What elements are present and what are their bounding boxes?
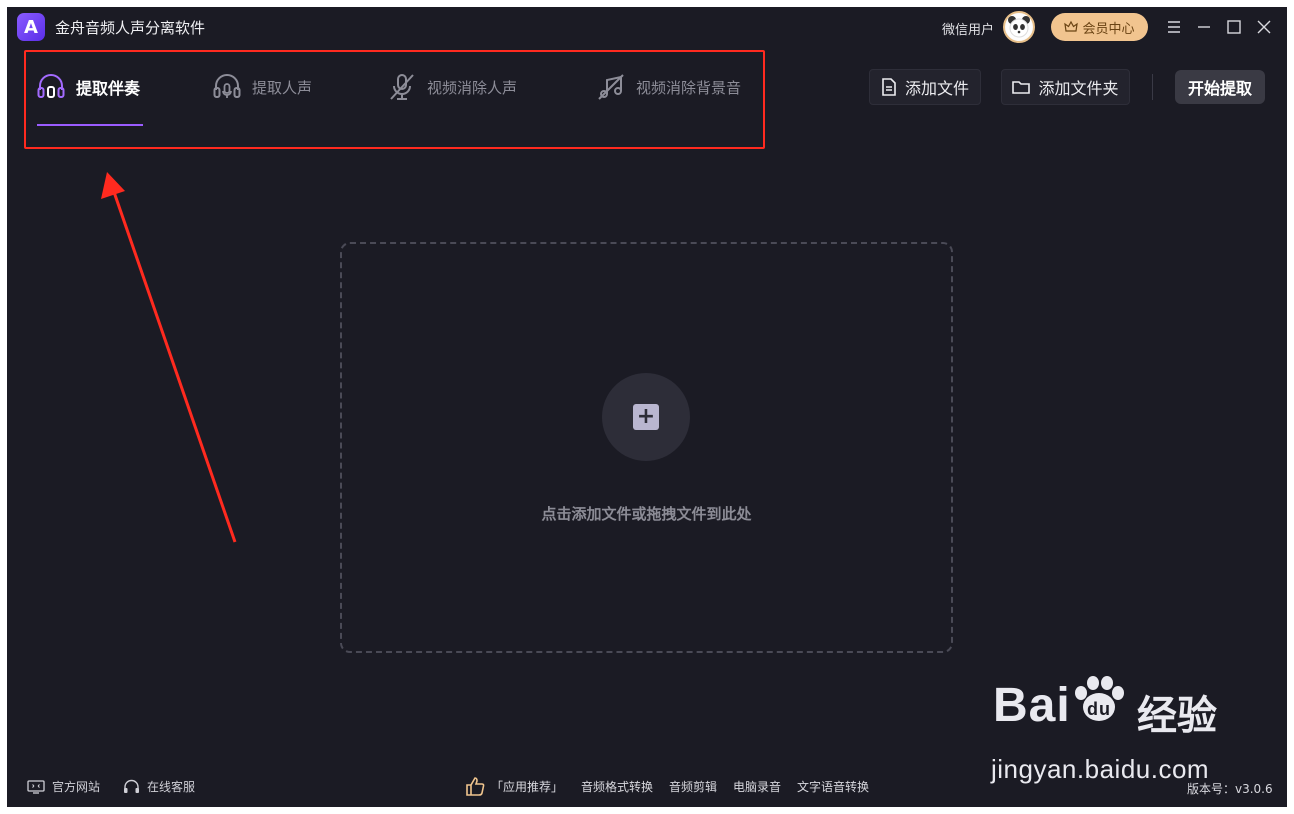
start-extract-button[interactable]: 开始提取 [1175,70,1265,104]
headphones-mic-icon [213,74,241,98]
user-name[interactable]: 微信用户 [942,19,994,38]
folder-icon [1012,81,1031,94]
headset-icon [124,779,139,793]
app-logo: A [17,13,45,41]
tab-video-remove-background[interactable]: 视频消除背景音 [596,69,741,105]
app-window: A 金舟音频人声分离软件 微信用户 会员中心 提取伴奏 提取人声 视频消除人声 … [7,7,1287,807]
recommend-label: 「应用推荐」 [491,780,564,794]
mic-off-icon [390,74,414,100]
official-site-link[interactable]: 官方网站 [27,778,100,795]
active-tab-underline [37,124,143,126]
minimize-icon[interactable] [1192,15,1216,39]
app-title: 金舟音频人声分离软件 [55,19,206,37]
version-label: 版本号：v3.0.6 [1187,782,1273,796]
crown-icon [1064,20,1079,32]
tab-label: 视频消除人声 [427,78,518,97]
tab-extract-accompaniment[interactable]: 提取伴奏 [36,69,140,105]
tab-label: 提取伴奏 [76,79,141,98]
avatar[interactable] [1003,11,1035,43]
headphones-icon [37,74,65,98]
add-file-button[interactable]: 添加文件 [869,69,981,105]
tab-video-remove-vocals[interactable]: 视频消除人声 [387,69,517,105]
recommend-audio-edit-link[interactable]: 音频剪辑 [669,778,717,795]
svg-text:du: du [1087,699,1111,719]
music-off-icon [598,74,624,100]
plus-icon: + [633,404,659,430]
title-bar: A 金舟音频人声分离软件 微信用户 会员中心 [7,7,1287,47]
member-center-button[interactable]: 会员中心 [1051,13,1148,41]
drop-hint-text: 点击添加文件或拖拽文件到此处 [541,505,752,523]
recommend-text-to-speech-link[interactable]: 文字语音转换 [797,778,869,795]
recommend-audio-convert-link[interactable]: 音频格式转换 [581,778,653,795]
monitor-icon [27,779,45,794]
thumbs-up-icon [466,777,485,796]
file-icon [882,78,896,96]
tab-label: 视频消除背景音 [636,78,742,97]
toolbar-divider [1152,74,1153,100]
recommend-pc-record-link[interactable]: 电脑录音 [733,778,781,795]
panda-avatar-icon [1006,14,1032,40]
add-folder-button[interactable]: 添加文件夹 [1001,69,1130,105]
close-icon[interactable] [1252,15,1276,39]
baidu-watermark: Bai du [993,675,1127,733]
maximize-icon[interactable] [1222,15,1246,39]
tab-label: 提取人声 [252,78,313,97]
jingyan-watermark: 经验 [1137,693,1217,739]
add-file-circle-button[interactable]: + [602,373,690,461]
online-service-link[interactable]: 在线客服 [123,778,195,795]
tab-extract-vocals[interactable]: 提取人声 [212,69,312,105]
menu-icon[interactable] [1162,15,1186,39]
paw-icon: du [1074,676,1124,721]
watermark-url: jingyan.baidu.com [991,754,1210,784]
